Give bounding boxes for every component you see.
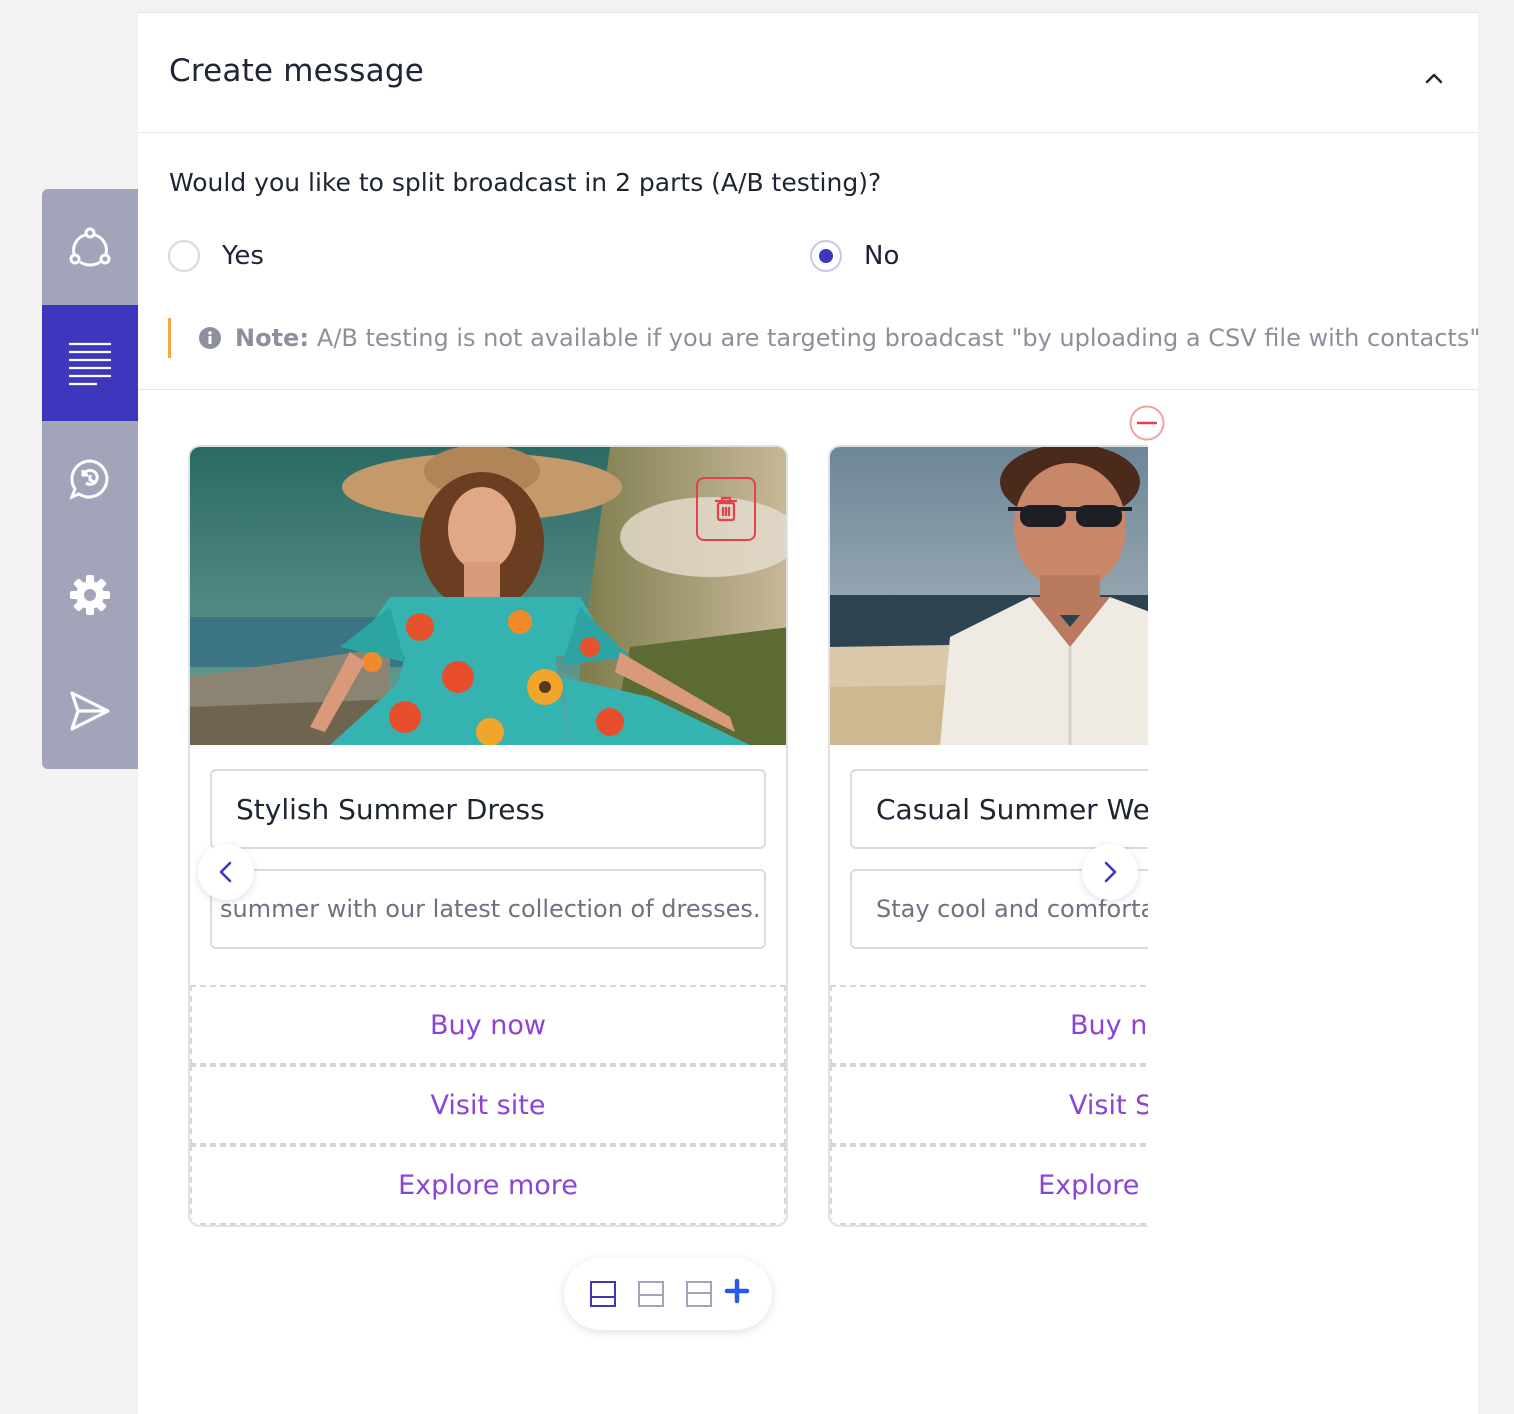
layout-middle-icon[interactable]	[638, 1281, 664, 1307]
nav-item-settings[interactable]	[42, 537, 138, 653]
carousel-prev-button[interactable]	[198, 844, 254, 900]
card-title-input[interactable]: Casual Summer Wear	[850, 769, 1148, 849]
card-title-input[interactable]: Stylish Summer Dress	[210, 769, 766, 849]
card-image-dress[interactable]	[190, 447, 786, 745]
nav-item-audience[interactable]	[42, 189, 138, 305]
panel-header[interactable]: Create message	[138, 13, 1478, 133]
carousel-card: Stylish Summer Dress summer with our lat…	[188, 445, 788, 1227]
side-nav	[42, 189, 138, 769]
ab-note: Note: A/B testing is not available if yo…	[168, 318, 1480, 358]
note-text: A/B testing is not available if you are …	[316, 324, 1481, 352]
add-card-icon[interactable]	[724, 1278, 750, 1304]
trash-icon	[715, 496, 737, 522]
gear-icon	[70, 575, 110, 615]
info-icon	[199, 327, 221, 349]
radio-no-circle[interactable]	[810, 240, 842, 272]
layout-switcher	[564, 1258, 772, 1330]
remove-card-icon[interactable]	[1129, 405, 1165, 441]
layout-bottom-icon[interactable]	[590, 1281, 616, 1307]
carousel-next-button[interactable]	[1082, 844, 1138, 900]
radio-no-label: No	[864, 241, 900, 271]
text-lines-icon	[69, 342, 111, 386]
card-image-casual[interactable]	[830, 447, 1148, 745]
whatsapp-icon	[69, 459, 109, 500]
card-button-buy-now[interactable]: Buy now	[830, 985, 1148, 1065]
carousel-card: Casual Summer Wear Stay cool and comfort…	[828, 445, 1148, 1227]
radio-yes-label: Yes	[222, 241, 264, 271]
nav-item-message[interactable]	[42, 305, 138, 421]
carousel: Stylish Summer Dress summer with our lat…	[188, 445, 1148, 1245]
chevron-right-icon	[1104, 861, 1117, 883]
share-nodes-icon	[69, 227, 111, 267]
card-description-input[interactable]: summer with our latest collection of dre…	[210, 869, 766, 949]
card-button-buy-now[interactable]: Buy now	[190, 985, 786, 1065]
card-button-explore-more[interactable]: Explore more	[190, 1145, 786, 1225]
chevron-left-icon	[219, 861, 232, 883]
card-button-visit-site[interactable]: Visit site	[190, 1065, 786, 1145]
layout-center-icon[interactable]	[686, 1281, 712, 1307]
send-icon	[70, 691, 110, 731]
ab-question: Would you like to split broadcast in 2 p…	[169, 168, 882, 197]
radio-yes[interactable]: Yes	[168, 240, 264, 272]
card-button-explore-more[interactable]: Explore more	[830, 1145, 1148, 1225]
divider	[138, 389, 1478, 390]
nav-item-whatsapp[interactable]	[42, 421, 138, 537]
note-label: Note:	[235, 324, 309, 352]
nav-item-send[interactable]	[42, 653, 138, 769]
card-button-visit-site[interactable]: Visit Site	[830, 1065, 1148, 1145]
radio-no[interactable]: No	[810, 240, 899, 272]
create-message-panel: Create message Would you like to split b…	[138, 12, 1480, 1414]
radio-yes-circle[interactable]	[168, 240, 200, 272]
page-title: Create message	[169, 53, 424, 89]
delete-card-button[interactable]	[696, 477, 756, 541]
chevron-up-icon[interactable]	[1421, 65, 1447, 91]
